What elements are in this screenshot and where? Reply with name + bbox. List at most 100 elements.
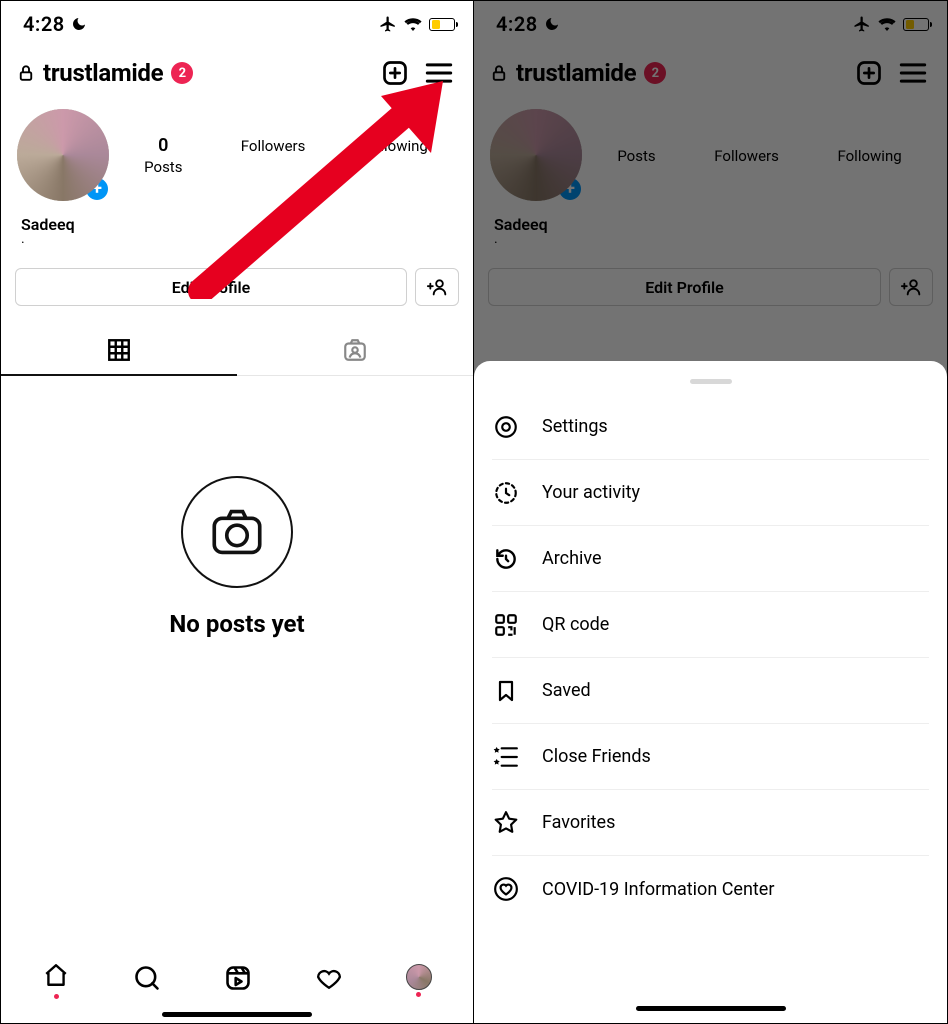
add-story-icon[interactable]: + — [556, 175, 584, 203]
feed-tabs — [1, 324, 473, 376]
reels-icon — [224, 964, 252, 992]
edit-profile-button[interactable]: Edit Profile — [488, 268, 881, 306]
menu-button[interactable] — [421, 55, 457, 91]
menu-item-label: Close Friends — [542, 746, 651, 767]
stat-following[interactable]: Following — [364, 135, 428, 176]
avatar[interactable]: + — [490, 109, 582, 201]
status-time: 4:28 — [496, 12, 538, 36]
menu-list: Settings Your activity Archive QR code S… — [474, 394, 947, 922]
home-indicator — [636, 1006, 786, 1011]
home-icon — [42, 962, 70, 988]
bio-dot: . — [474, 234, 947, 244]
display-name: Sadeeq — [474, 201, 947, 234]
menu-item-label: QR code — [542, 614, 609, 635]
create-button[interactable] — [377, 55, 413, 91]
menu-item-settings[interactable]: Settings — [492, 394, 929, 460]
stat-posts-count: 0 — [144, 135, 182, 156]
add-person-icon — [900, 277, 922, 297]
qrcode-icon — [493, 612, 519, 638]
status-time: 4:28 — [23, 12, 65, 36]
camera-icon — [209, 507, 265, 557]
stat-followers-label: Followers — [714, 147, 779, 165]
menu-bottom-sheet: Settings Your activity Archive QR code S… — [474, 361, 947, 1023]
battery-icon — [429, 18, 455, 31]
profile-header: trustlamide 2 — [474, 43, 947, 99]
menu-item-label: COVID-19 Information Center — [542, 879, 774, 900]
search-icon — [133, 964, 161, 992]
moon-icon — [544, 16, 560, 32]
grid-icon — [106, 337, 132, 363]
empty-feed-icon — [181, 476, 293, 588]
tab-tagged[interactable] — [237, 324, 473, 376]
nav-profile-avatar — [406, 964, 432, 990]
bookmark-icon — [494, 678, 518, 704]
avatar[interactable]: + — [17, 109, 109, 201]
hamburger-icon — [425, 62, 453, 84]
status-bar: 4:28 — [474, 1, 947, 43]
menu-item-archive[interactable]: Archive — [492, 526, 929, 592]
empty-feed: No posts yet — [1, 476, 473, 948]
stat-following[interactable]: Following — [837, 145, 901, 165]
archive-clock-icon — [493, 546, 519, 572]
profile-header: trustlamide 2 — [1, 43, 473, 99]
menu-item-close-friends[interactable]: Close Friends — [492, 724, 929, 790]
discover-people-button[interactable] — [415, 268, 459, 306]
wifi-icon — [403, 17, 423, 31]
menu-item-label: Your activity — [542, 482, 640, 503]
lock-icon — [490, 63, 508, 83]
heart-circle-icon — [493, 876, 519, 902]
battery-icon — [903, 18, 929, 31]
menu-item-qrcode[interactable]: QR code — [492, 592, 929, 658]
notification-badge[interactable]: 2 — [171, 62, 193, 84]
nav-home[interactable] — [42, 962, 70, 999]
menu-button[interactable] — [895, 55, 931, 91]
menu-item-favorites[interactable]: Favorites — [492, 790, 929, 856]
stat-followers[interactable]: Followers — [714, 145, 779, 165]
bio-dot: . — [1, 234, 473, 244]
heart-icon — [315, 965, 343, 991]
menu-item-covid[interactable]: COVID-19 Information Center — [492, 856, 929, 922]
profile-actions-row: Edit Profile — [474, 244, 947, 314]
sheet-handle[interactable] — [690, 379, 732, 384]
username[interactable]: trustlamide — [516, 59, 636, 87]
nav-reels[interactable] — [224, 964, 252, 996]
nav-activity[interactable] — [315, 965, 343, 995]
close-friends-icon — [493, 746, 519, 768]
add-story-icon[interactable]: + — [83, 175, 111, 203]
menu-item-label: Archive — [542, 548, 602, 569]
empty-feed-title: No posts yet — [169, 610, 304, 638]
stat-posts[interactable]: Posts — [617, 145, 655, 165]
status-bar: 4:28 — [1, 1, 473, 43]
profile-stats-row: + 0 Posts Followers Following — [1, 99, 473, 201]
star-icon — [493, 810, 519, 836]
stat-following-label: Following — [364, 137, 428, 155]
stat-posts-label: Posts — [617, 147, 655, 165]
menu-item-label: Favorites — [542, 812, 615, 833]
notification-badge[interactable]: 2 — [644, 62, 666, 84]
airplane-icon — [853, 15, 871, 33]
pane-menu-sheet: 4:28 trustlamide 2 + — [474, 1, 947, 1023]
menu-item-label: Settings — [542, 416, 608, 437]
stat-followers-label: Followers — [241, 137, 306, 155]
nav-profile[interactable] — [406, 964, 432, 997]
plus-square-icon — [381, 59, 409, 87]
tagged-icon — [342, 337, 368, 363]
lock-icon — [17, 63, 35, 83]
edit-profile-button[interactable]: Edit Profile — [15, 268, 407, 306]
tab-grid[interactable] — [1, 324, 237, 376]
airplane-icon — [379, 15, 397, 33]
discover-people-button[interactable] — [889, 268, 933, 306]
bottom-nav — [1, 948, 473, 1012]
menu-item-saved[interactable]: Saved — [492, 658, 929, 724]
create-button[interactable] — [851, 55, 887, 91]
stat-followers[interactable]: Followers — [241, 135, 306, 176]
stat-posts-label: Posts — [144, 158, 182, 176]
username[interactable]: trustlamide — [43, 59, 163, 87]
display-name: Sadeeq — [1, 201, 473, 234]
menu-item-activity[interactable]: Your activity — [492, 460, 929, 526]
add-person-icon — [426, 277, 448, 297]
plus-square-icon — [855, 59, 883, 87]
stat-posts[interactable]: 0 Posts — [144, 135, 182, 176]
wifi-icon — [877, 17, 897, 31]
nav-search[interactable] — [133, 964, 161, 996]
